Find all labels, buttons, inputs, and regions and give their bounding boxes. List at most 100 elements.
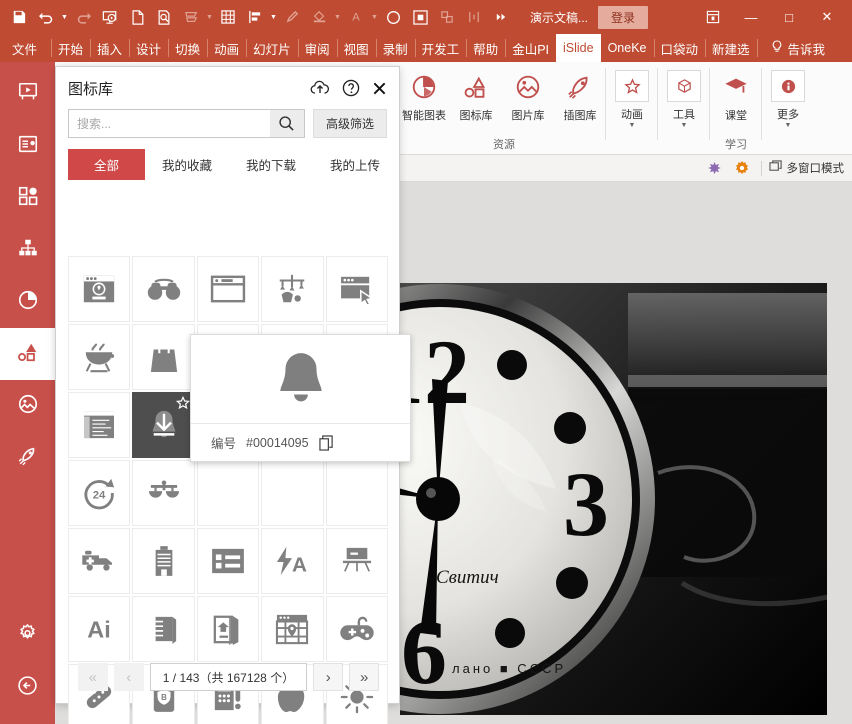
tab-slideshow[interactable]: 幻灯片	[246, 34, 298, 62]
tab-insert[interactable]: 插入	[90, 34, 129, 62]
tab-islide[interactable]: iSlide	[556, 34, 601, 62]
icon-cell-bell-hovered[interactable]	[132, 392, 194, 458]
selection-pane-icon[interactable]	[407, 4, 433, 30]
panel-tab-uploads[interactable]: 我的上传	[313, 149, 397, 180]
sidebar-item-images[interactable]	[0, 380, 55, 432]
search-input[interactable]	[69, 110, 270, 137]
icon-cell-binoculars[interactable]	[132, 256, 194, 322]
icon-cell-list-card[interactable]	[197, 528, 259, 594]
table-icon[interactable]	[215, 4, 241, 30]
ribbon-display-button[interactable]	[694, 1, 732, 33]
prev-page-button[interactable]: ‹	[114, 663, 144, 691]
panel-tab-downloads[interactable]: 我的下载	[229, 149, 313, 180]
fill-caret[interactable]: ▼	[333, 14, 342, 21]
format-painter-icon[interactable]	[178, 4, 204, 30]
tab-record[interactable]: 录制	[376, 34, 415, 62]
last-page-button[interactable]: »	[349, 663, 379, 691]
icon-cell-window-cursor[interactable]	[326, 256, 388, 322]
panel-tab-favorites[interactable]: 我的收藏	[145, 149, 229, 180]
split-icon[interactable]	[461, 4, 487, 30]
icon-cell-code-editor[interactable]	[68, 392, 130, 458]
icon-cell-gamepad[interactable]	[326, 596, 388, 662]
maximize-button[interactable]: □	[770, 1, 808, 33]
ribbon-tools-button[interactable]: 工具 ▼	[658, 68, 710, 130]
sidebar-item-icons[interactable]	[0, 328, 55, 380]
ribbon-smart-chart-button[interactable]: 智能图表	[398, 68, 450, 123]
sidebar-item-diagram[interactable]	[0, 224, 55, 276]
ribbon-icon-library-button[interactable]: 图标库	[450, 68, 502, 123]
search-box[interactable]	[68, 109, 305, 138]
sidebar-item-presentation[interactable]	[0, 68, 55, 120]
icon-cell-bbq-grill[interactable]	[68, 324, 130, 390]
icon-cell-flash-a[interactable]: A	[261, 528, 323, 594]
redo-icon[interactable]	[70, 4, 96, 30]
sidebar-back[interactable]	[0, 662, 55, 714]
more-icon[interactable]	[488, 4, 514, 30]
tab-pocket-animation[interactable]: 口袋动	[654, 34, 706, 62]
font-color-icon[interactable]: A	[343, 4, 369, 30]
first-page-button[interactable]: «	[78, 663, 108, 691]
icon-cell-blank-e[interactable]	[261, 460, 323, 526]
tab-transition[interactable]: 切换	[168, 34, 207, 62]
fill-icon[interactable]	[306, 4, 332, 30]
upload-cloud-icon[interactable]	[310, 80, 330, 97]
slide-image[interactable]: 12 3 6 Свитич лано ■ СССР	[400, 283, 827, 715]
icon-cell-building[interactable]	[132, 528, 194, 594]
ribbon-animation-button[interactable]: 动画 ▼	[606, 68, 658, 130]
ribbon-image-library-button[interactable]: 图片库	[502, 68, 554, 123]
tab-review[interactable]: 审阅	[298, 34, 337, 62]
close-icon[interactable]	[372, 81, 387, 96]
ribbon-illustration-library-button[interactable]: 插图库	[554, 68, 606, 123]
pen-icon[interactable]	[279, 4, 305, 30]
login-button[interactable]: 登录	[598, 6, 648, 29]
icon-cell-book-home[interactable]	[197, 596, 259, 662]
ribbon-classroom-button[interactable]: 课堂	[710, 68, 762, 123]
present-icon[interactable]	[97, 4, 123, 30]
tab-design[interactable]: 设计	[129, 34, 168, 62]
icon-cell-balance-scale[interactable]	[132, 460, 194, 526]
sidebar-item-illustration[interactable]	[0, 432, 55, 484]
tab-view[interactable]: 视图	[337, 34, 376, 62]
align-caret[interactable]: ▼	[269, 14, 278, 21]
undo-dropdown-caret[interactable]: ▼	[60, 14, 69, 21]
icon-cell-blank-f[interactable]	[326, 460, 388, 526]
save-icon[interactable]	[6, 4, 32, 30]
tab-new-selection[interactable]: 新建选	[705, 34, 757, 62]
tab-home[interactable]: 开始	[51, 34, 90, 62]
help-icon[interactable]	[342, 79, 360, 97]
settings-gear-icon[interactable]	[730, 157, 754, 179]
icon-cell-ambulance[interactable]	[68, 528, 130, 594]
close-button[interactable]: ✕	[808, 1, 846, 33]
sidebar-item-blocks[interactable]	[0, 172, 55, 224]
icon-cell-webpage-user[interactable]	[68, 256, 130, 322]
combine-icon[interactable]	[434, 4, 460, 30]
font-color-caret[interactable]: ▼	[370, 14, 379, 21]
multiwindow-mode-button[interactable]: 多窗口模式	[769, 160, 845, 176]
icon-cell-browser-window[interactable]	[197, 256, 259, 322]
ribbon-more-button[interactable]: 更多 ▼	[762, 68, 814, 130]
icon-cell-blank-d[interactable]	[197, 460, 259, 526]
ribbon-more-caret[interactable]: ▼	[785, 122, 792, 130]
format-painter-caret[interactable]: ▼	[205, 14, 214, 21]
star-icon[interactable]	[176, 396, 190, 410]
tab-jinshan-pdf[interactable]: 金山PI	[505, 34, 556, 62]
icon-cell-handbag[interactable]	[132, 324, 194, 390]
tab-animation[interactable]: 动画	[207, 34, 246, 62]
icon-cell-easel-board[interactable]	[326, 528, 388, 594]
icon-cell-map-location[interactable]	[261, 596, 323, 662]
align-icon[interactable]	[242, 4, 268, 30]
tab-help[interactable]: 帮助	[466, 34, 505, 62]
tab-onekey[interactable]: OneKe	[601, 34, 654, 62]
advanced-filter-button[interactable]: 高级筛选	[313, 109, 387, 138]
search-button[interactable]	[270, 110, 304, 137]
ribbon-animation-caret[interactable]: ▼	[629, 122, 636, 130]
tab-developer[interactable]: 开发工	[415, 34, 467, 62]
sidebar-settings[interactable]	[0, 610, 55, 662]
minimize-button[interactable]: —	[732, 1, 770, 33]
panel-tab-all[interactable]: 全部	[68, 149, 145, 180]
ribbon-tools-caret[interactable]: ▼	[681, 122, 688, 130]
next-page-button[interactable]: ›	[313, 663, 343, 691]
new-icon[interactable]	[124, 4, 150, 30]
icon-cell-ai-file[interactable]: Ai	[68, 596, 130, 662]
icon-cell-beaker[interactable]	[132, 596, 194, 662]
